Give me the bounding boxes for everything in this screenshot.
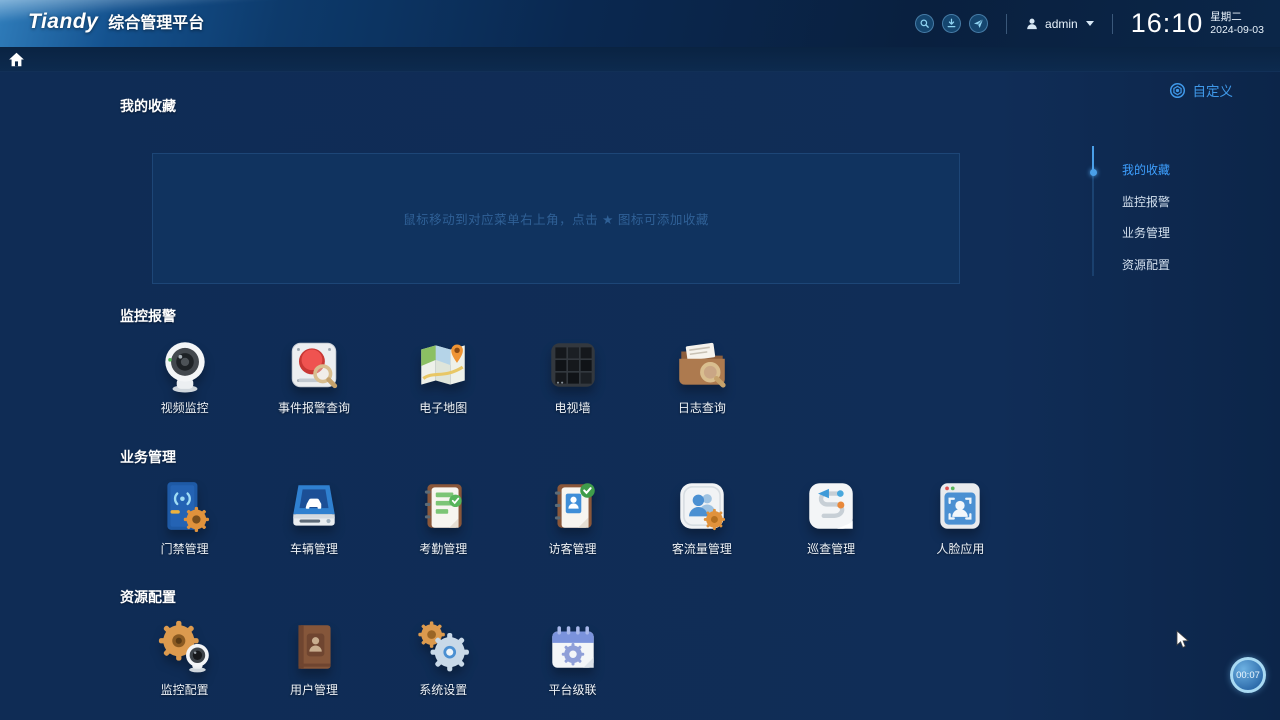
app-alarm-query[interactable]: 事件报警查询	[249, 336, 378, 416]
brand: Tiandy 综合管理平台	[28, 9, 204, 34]
app-grid-monitor-alarm: 视频监控 事件报警查询 电子地图 电视墙 日志查询	[120, 336, 1040, 416]
app-log-query[interactable]: 日志查询	[637, 336, 766, 416]
system-settings-icon	[414, 618, 472, 676]
app-label: 电视墙	[555, 399, 591, 416]
app-patrol[interactable]: 巡查管理	[766, 477, 895, 557]
divider	[1006, 14, 1007, 34]
nav-item-2[interactable]: 监控报警	[1122, 193, 1170, 210]
app-e-map[interactable]: 电子地图	[379, 336, 508, 416]
app-attendance[interactable]: 考勤管理	[379, 477, 508, 557]
tab-bar	[0, 47, 1280, 72]
user-icon	[1025, 17, 1039, 31]
app-label: 日志查询	[678, 399, 726, 416]
app-label: 事件报警查询	[278, 399, 350, 416]
access-control-icon	[156, 477, 214, 535]
send-icon	[972, 17, 985, 30]
search-icon	[918, 17, 931, 30]
user-menu[interactable]: admin	[1025, 17, 1094, 31]
customize-button[interactable]: 自定义	[1169, 80, 1234, 100]
clock-weekday: 星期二	[1210, 11, 1264, 24]
app-face-app[interactable]: 人脸应用	[896, 477, 1025, 557]
webcam-icon	[156, 336, 214, 394]
vehicle-icon	[285, 477, 343, 535]
app-grid-resource: 监控配置 用户管理 系统设置 平台级联	[120, 618, 1040, 698]
user-name: admin	[1045, 17, 1078, 31]
app-passenger-flow[interactable]: 客流量管理	[637, 477, 766, 557]
chevron-down-icon	[1086, 21, 1094, 26]
clock: 16:10 星期二 2024-09-03	[1131, 8, 1264, 39]
app-label: 平台级联	[549, 681, 597, 698]
nav-item-3[interactable]: 业务管理	[1122, 224, 1170, 241]
app-grid-business: 门禁管理 车辆管理 考勤管理 访客管理 客流量管理	[120, 477, 1040, 557]
attendance-icon	[414, 477, 472, 535]
app-label: 车辆管理	[290, 540, 338, 557]
log-query-icon	[673, 336, 731, 394]
search-button[interactable]	[915, 14, 934, 33]
session-timer-badge[interactable]: 00:07	[1230, 657, 1266, 693]
app-label: 访客管理	[549, 540, 597, 557]
app-access-control[interactable]: 门禁管理	[120, 477, 249, 557]
platform-cascade-icon	[544, 618, 602, 676]
app-label: 客流量管理	[672, 540, 732, 557]
patrol-icon	[802, 477, 860, 535]
user-mgmt-icon	[285, 618, 343, 676]
nav-active-dot	[1090, 169, 1097, 176]
app-label: 系统设置	[419, 681, 467, 698]
app-label: 门禁管理	[161, 540, 209, 557]
app-webcam[interactable]: 视频监控	[120, 336, 249, 416]
clock-time: 16:10	[1131, 8, 1204, 39]
app-label: 电子地图	[419, 399, 467, 416]
download-icon	[945, 17, 958, 30]
favorites-empty-box: 鼠标移动到对应菜单右上角，点击 ★ 图标可添加收藏	[152, 153, 960, 284]
app-label: 人脸应用	[936, 540, 984, 557]
app-label: 考勤管理	[419, 540, 467, 557]
e-map-icon	[414, 336, 472, 394]
nav-indicator-line	[1092, 146, 1094, 276]
passenger-flow-icon	[673, 477, 731, 535]
product-title: 综合管理平台	[108, 9, 204, 33]
alarm-query-icon	[285, 336, 343, 394]
app-monitor-config[interactable]: 监控配置	[120, 618, 249, 698]
divider	[1112, 14, 1113, 34]
gear-icon	[1169, 82, 1186, 99]
app-label: 视频监控	[161, 399, 209, 416]
app-user-mgmt[interactable]: 用户管理	[249, 618, 378, 698]
app-label: 监控配置	[161, 681, 209, 698]
app-label: 巡查管理	[807, 540, 855, 557]
nav-item-1[interactable]: 我的收藏	[1122, 161, 1170, 178]
tv-wall-icon	[544, 336, 602, 394]
section-title-resource: 资源配置	[120, 587, 176, 607]
app-system-settings[interactable]: 系统设置	[379, 618, 508, 698]
section-title-favorites: 我的收藏	[120, 96, 176, 116]
app-tv-wall[interactable]: 电视墙	[508, 336, 637, 416]
app-label: 用户管理	[290, 681, 338, 698]
brand-logo: Tiandy	[28, 10, 98, 34]
section-nav: 我的收藏监控报警业务管理资源配置	[1122, 161, 1170, 287]
app-visitor[interactable]: 访客管理	[508, 477, 637, 557]
nav-item-4[interactable]: 资源配置	[1122, 256, 1170, 273]
section-title-business: 业务管理	[120, 447, 176, 467]
home-icon	[8, 51, 25, 68]
customize-label: 自定义	[1193, 80, 1234, 100]
top-bar: Tiandy 综合管理平台 admin 16:10 星期二 2024-09-03	[0, 0, 1280, 47]
app-vehicle[interactable]: 车辆管理	[249, 477, 378, 557]
visitor-icon	[544, 477, 602, 535]
face-app-icon	[931, 477, 989, 535]
monitor-config-icon	[156, 618, 214, 676]
clock-date: 2024-09-03	[1210, 24, 1264, 37]
app-platform-cascade[interactable]: 平台级联	[508, 618, 637, 698]
section-title-monitor-alarm: 监控报警	[120, 306, 176, 326]
download-button[interactable]	[942, 14, 961, 33]
topbar-actions: admin 16:10 星期二 2024-09-03	[915, 0, 1264, 47]
favorites-hint: 鼠标移动到对应菜单右上角，点击 ★ 图标可添加收藏	[403, 209, 709, 228]
send-button[interactable]	[969, 14, 988, 33]
home-tab[interactable]	[8, 50, 28, 69]
